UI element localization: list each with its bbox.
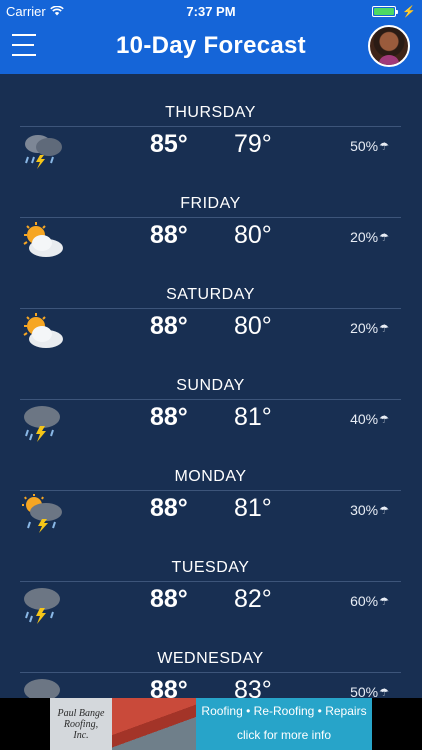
rain-chance: 50% ☂ xyxy=(350,684,389,698)
umbrella-icon: ☂ xyxy=(379,322,389,335)
forecast-row[interactable]: SUNDAY 88° 81° 40% ☂ xyxy=(20,347,401,442)
ad-content[interactable]: Paul Bange Roofing, Inc. Roofing • Re-Ro… xyxy=(50,698,372,750)
ad-tagline: Roofing • Re-Roofing • Repairs xyxy=(201,704,367,718)
divider xyxy=(20,399,401,400)
rain-chance: 20% ☂ xyxy=(350,320,389,336)
low-temp: 80° xyxy=(234,221,272,249)
status-time: 7:37 PM xyxy=(186,4,236,19)
rain-percent: 50% xyxy=(350,684,379,698)
sun-thunderstorm-icon xyxy=(20,494,66,534)
high-temp: 88° xyxy=(150,403,188,431)
divider xyxy=(20,672,401,673)
battery-icon xyxy=(372,6,399,17)
high-temp: 88° xyxy=(150,676,188,698)
day-name: SUNDAY xyxy=(176,377,245,394)
partly-cloudy-icon xyxy=(20,312,66,352)
partly-cloudy-icon xyxy=(20,221,66,261)
rain-chance: 60% ☂ xyxy=(350,593,389,609)
status-bar: Carrier 7:37 PM ⚡ xyxy=(0,0,422,22)
day-name: FRIDAY xyxy=(180,195,241,212)
high-temp: 88° xyxy=(150,494,188,522)
divider xyxy=(20,581,401,582)
navigation-bar: 10-Day Forecast xyxy=(0,22,422,74)
day-name: THURSDAY xyxy=(165,104,256,121)
low-temp: 81° xyxy=(234,494,272,522)
ad-logo: Paul Bange Roofing, Inc. xyxy=(50,698,112,750)
forecast-row[interactable]: SATURDAY 88° 80° 20% ☂ xyxy=(20,256,401,348)
ad-logo-line: Paul Bange xyxy=(57,708,105,719)
high-temp: 88° xyxy=(150,312,188,340)
ad-logo-line: Roofing, xyxy=(63,719,99,730)
ad-banner[interactable]: Paul Bange Roofing, Inc. Roofing • Re-Ro… xyxy=(0,698,422,750)
day-name: SATURDAY xyxy=(166,286,255,303)
thunderstorm-icon xyxy=(20,585,66,625)
thunderstorm-icon xyxy=(20,403,66,443)
status-right: ⚡ xyxy=(372,5,416,18)
low-temp: 79° xyxy=(234,130,272,158)
high-temp: 88° xyxy=(150,585,188,613)
rain-chance: 40% ☂ xyxy=(350,411,389,427)
charging-bolt-icon: ⚡ xyxy=(402,6,416,18)
rain-percent: 50% xyxy=(350,138,379,154)
divider xyxy=(20,490,401,491)
forecast-row[interactable]: TUESDAY 88° 82° 60% ☂ xyxy=(20,529,401,624)
roof-image xyxy=(112,698,196,750)
rain-percent: 30% xyxy=(350,502,379,518)
low-temp: 82° xyxy=(234,585,272,613)
umbrella-icon: ☂ xyxy=(379,504,389,517)
umbrella-icon: ☂ xyxy=(379,231,389,244)
ad-logo-line: Inc. xyxy=(73,730,89,741)
day-name: TUESDAY xyxy=(171,559,250,576)
rain-chance: 20% ☂ xyxy=(350,229,389,245)
rain-percent: 20% xyxy=(350,320,379,336)
forecast-row[interactable]: FRIDAY 88° 80° 20% ☂ xyxy=(20,165,401,257)
rain-chance: 30% ☂ xyxy=(350,502,389,518)
rain-percent: 20% xyxy=(350,229,379,245)
ad-cta-link[interactable]: click for more info xyxy=(196,728,372,742)
forecast-row[interactable]: MONDAY 88° 81° 30% ☂ xyxy=(20,438,401,533)
high-temp: 85° xyxy=(150,130,188,158)
umbrella-icon: ☂ xyxy=(379,140,389,153)
divider xyxy=(20,126,401,127)
thunderstorm-rain-icon xyxy=(20,130,66,170)
day-name: MONDAY xyxy=(174,468,247,485)
umbrella-icon: ☂ xyxy=(379,686,389,699)
thunderstorm-icon xyxy=(20,676,66,698)
umbrella-icon: ☂ xyxy=(379,595,389,608)
high-temp: 88° xyxy=(150,221,188,249)
rain-chance: 50% ☂ xyxy=(350,138,389,154)
forecast-list[interactable]: THURSDAY 85° 79° 50% ☂ FRIDAY 88° 80° 20… xyxy=(0,74,422,698)
divider xyxy=(20,308,401,309)
low-temp: 81° xyxy=(234,403,272,431)
forecast-row[interactable]: WEDNESDAY 88° 83° 50% ☂ xyxy=(20,620,401,698)
divider xyxy=(20,217,401,218)
forecast-row[interactable]: THURSDAY 85° 79° 50% ☂ xyxy=(20,74,401,169)
page-title: 10-Day Forecast xyxy=(116,32,306,59)
day-name: WEDNESDAY xyxy=(157,650,264,667)
low-temp: 80° xyxy=(234,312,272,340)
rain-percent: 40% xyxy=(350,411,379,427)
rain-percent: 60% xyxy=(350,593,379,609)
low-temp: 83° xyxy=(234,676,272,698)
avatar[interactable] xyxy=(368,25,410,67)
umbrella-icon: ☂ xyxy=(379,413,389,426)
